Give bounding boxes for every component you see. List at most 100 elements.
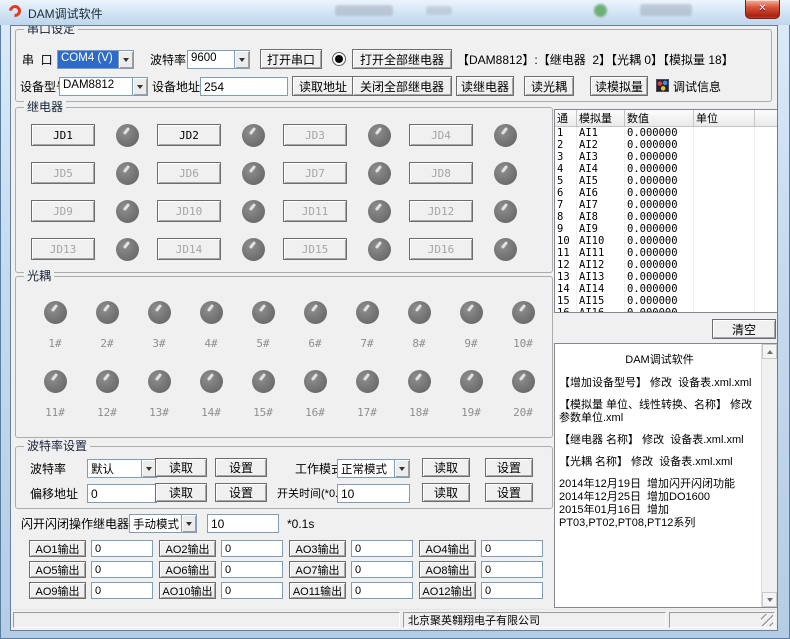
analog-table-row[interactable]: 16 AI16 0.000000 (555, 307, 778, 313)
ao-output-button[interactable]: AO8输出 (419, 561, 476, 578)
col-header-name[interactable]: 模拟量 (577, 110, 625, 127)
work-mode-read-button[interactable]: 读取 (422, 458, 470, 477)
ao-output-button[interactable]: AO10输出 (159, 582, 216, 599)
analog-table-row[interactable]: 6 AI6 0.000000 (555, 187, 778, 199)
analog-table-row[interactable]: 4 AI4 0.000000 (555, 163, 778, 175)
open-port-button[interactable]: 打开串口 (260, 49, 322, 69)
col-header-value[interactable]: 数值 (625, 110, 694, 127)
relay-button[interactable]: JD14 (157, 238, 221, 260)
dropdown-arrow-icon[interactable] (394, 460, 409, 477)
switch-time-input[interactable] (337, 484, 410, 503)
dropdown-arrow-icon[interactable] (234, 51, 249, 68)
ao-output-button[interactable]: AO2输出 (159, 540, 216, 557)
ao-output-button[interactable]: AO6输出 (159, 561, 216, 578)
analog-table-row[interactable]: 11 AI11 0.000000 (555, 247, 778, 259)
relay-button[interactable]: JD9 (31, 200, 95, 222)
ao-output-input[interactable] (351, 540, 413, 557)
ao-output-input[interactable] (481, 540, 543, 557)
offset-read-button[interactable]: 读取 (155, 483, 207, 502)
clear-button[interactable]: 清空 (712, 319, 776, 339)
read-relay-button[interactable]: 读继电器 (456, 76, 514, 96)
close-button[interactable]: ✕ (745, 0, 780, 19)
col-header-channel[interactable]: 通 (555, 110, 577, 127)
relay-button[interactable]: JD5 (31, 162, 95, 184)
dropdown-arrow-icon[interactable] (141, 460, 156, 477)
analog-table-row[interactable]: 3 AI3 0.000000 (555, 151, 778, 163)
relay-button[interactable]: JD3 (283, 124, 347, 146)
close-all-relays-button[interactable]: 关闭全部继电器 (352, 76, 452, 96)
ao-output-input[interactable] (221, 582, 283, 599)
device-addr-input[interactable] (200, 77, 288, 96)
ao-output-input[interactable] (221, 540, 283, 557)
relay-button[interactable]: JD15 (283, 238, 347, 260)
offset-set-button[interactable]: 设置 (215, 483, 267, 502)
ao-output-input[interactable] (221, 561, 283, 578)
ao-output-button[interactable]: AO1输出 (29, 540, 86, 557)
read-opto-button[interactable]: 读光耦 (524, 76, 574, 96)
scroll-up-icon[interactable] (762, 344, 777, 359)
resize-grip-icon[interactable] (761, 614, 773, 626)
ao-output-input[interactable] (91, 561, 153, 578)
relay-button[interactable]: JD16 (409, 238, 473, 260)
ao-output-button[interactable]: AO4输出 (419, 540, 476, 557)
analog-table-row[interactable]: 10 AI10 0.000000 (555, 235, 778, 247)
analog-table-row[interactable]: 12 AI12 0.000000 (555, 259, 778, 271)
work-mode-combobox[interactable]: 正常模式 (337, 459, 410, 478)
ao-output-button[interactable]: AO5输出 (29, 561, 86, 578)
dropdown-arrow-icon[interactable] (118, 51, 133, 68)
work-mode-set-button[interactable]: 设置 (485, 458, 533, 477)
analog-table-row[interactable]: 9 AI9 0.000000 (555, 223, 778, 235)
relay-button[interactable]: JD11 (283, 200, 347, 222)
relay-button[interactable]: JD1 (31, 124, 95, 146)
flash-mode-combobox[interactable]: 手动模式 (129, 514, 197, 533)
offset-addr-input[interactable] (87, 484, 157, 503)
relay-button[interactable]: JD12 (409, 200, 473, 222)
device-model-combobox[interactable]: DAM8812 (59, 77, 148, 96)
read-addr-button[interactable]: 读取地址 (292, 76, 354, 96)
baudrate-combobox[interactable]: 默认 (87, 459, 157, 478)
scroll-down-icon[interactable] (762, 592, 777, 607)
debug-info-icon[interactable] (656, 79, 669, 92)
relay-button[interactable]: JD10 (157, 200, 221, 222)
ao-output-input[interactable] (481, 561, 543, 578)
baudrate-set-button[interactable]: 设置 (215, 458, 267, 477)
ao-output-input[interactable] (351, 582, 413, 599)
baudrate-read-button[interactable]: 读取 (155, 458, 207, 477)
ao-output-input[interactable] (481, 582, 543, 599)
analog-table-row[interactable]: 5 AI5 0.000000 (555, 175, 778, 187)
ao-output-input[interactable] (91, 540, 153, 557)
ao-output-button[interactable]: AO11输出 (289, 582, 346, 599)
read-analog-button[interactable]: 读模拟量 (590, 76, 648, 96)
relay-button[interactable]: JD8 (409, 162, 473, 184)
analog-table-row[interactable]: 2 AI2 0.000000 (555, 139, 778, 151)
relay-button[interactable]: JD7 (283, 162, 347, 184)
relay-button[interactable]: JD4 (409, 124, 473, 146)
dropdown-arrow-icon[interactable] (132, 78, 147, 95)
analog-table-row[interactable]: 14 AI14 0.000000 (555, 283, 778, 295)
open-all-relays-button[interactable]: 打开全部继电器 (352, 49, 452, 69)
switch-time-set-button[interactable]: 设置 (485, 483, 533, 502)
dropdown-arrow-icon[interactable] (181, 515, 196, 532)
port-combobox[interactable]: COM4 (V) (57, 50, 134, 69)
relay-button[interactable]: JD13 (31, 238, 95, 260)
baud-settings-group: 波特率设置 波特率 默认 读取 设置 工作模式 正常模式 读取 设置 偏移地址 … (15, 446, 553, 509)
flash-time-input[interactable] (207, 514, 279, 533)
ao-output-button[interactable]: AO9输出 (29, 582, 86, 599)
titlebar[interactable]: DAM调试软件 ✕ (0, 0, 790, 25)
analog-table-row[interactable]: 1 AI1 0.000000 (555, 127, 778, 140)
analog-table-row[interactable]: 13 AI13 0.000000 (555, 271, 778, 283)
switch-time-read-button[interactable]: 读取 (422, 483, 470, 502)
ao-output-input[interactable] (351, 561, 413, 578)
analog-table-row[interactable]: 15 AI15 0.000000 (555, 295, 778, 307)
ao-output-button[interactable]: AO3输出 (289, 540, 346, 557)
analog-table-row[interactable]: 7 AI7 0.000000 (555, 199, 778, 211)
ao-output-button[interactable]: AO7输出 (289, 561, 346, 578)
ao-output-input[interactable] (91, 582, 153, 599)
analog-table-row[interactable]: 8 AI8 0.000000 (555, 211, 778, 223)
relay-button[interactable]: JD2 (157, 124, 221, 146)
col-header-unit[interactable]: 单位 (694, 110, 755, 127)
scrollbar[interactable] (761, 344, 777, 607)
baud-combobox[interactable]: 9600 (187, 50, 250, 69)
relay-button[interactable]: JD6 (157, 162, 221, 184)
ao-output-button[interactable]: AO12输出 (419, 582, 476, 599)
